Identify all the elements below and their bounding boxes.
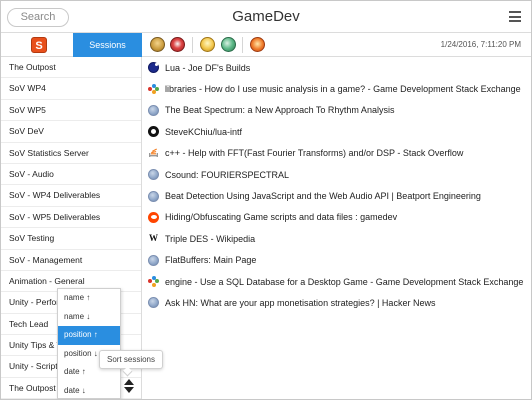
tab-title: Csound: FOURIERSPECTRAL bbox=[165, 169, 290, 180]
sort-option[interactable]: date ↓ bbox=[58, 382, 120, 400]
tab-row[interactable]: Lua - Joe DF's Builds bbox=[142, 57, 531, 78]
star-icon[interactable] bbox=[250, 37, 265, 52]
sort-up-icon bbox=[124, 379, 134, 385]
tab-row[interactable]: Hiding/Obfuscating Game scripts and data… bbox=[142, 207, 531, 228]
tab-title: The Beat Spectrum: a New Approach To Rhy… bbox=[165, 105, 395, 116]
tab-list: Lua - Joe DF's Builds libraries - How do … bbox=[142, 57, 531, 314]
sidebar-header: S Sessions bbox=[1, 33, 142, 57]
session-item[interactable]: SoV Statistics Server bbox=[1, 143, 141, 164]
lua-favicon-icon bbox=[148, 62, 159, 74]
window-icon[interactable] bbox=[170, 37, 185, 52]
session-item[interactable]: The Outpost bbox=[1, 57, 141, 79]
window-title: GameDev bbox=[232, 8, 300, 25]
app-window: Search GameDev S Sessions The Outpost SoV… bbox=[0, 0, 532, 400]
tab-row[interactable]: libraries - How do I use music analysis … bbox=[142, 78, 531, 99]
tab-row[interactable]: The Beat Spectrum: a New Approach To Rhy… bbox=[142, 100, 531, 121]
stackoverflow-favicon-icon bbox=[148, 148, 159, 159]
toolbar: 1/24/2016, 7:11:20 PM bbox=[142, 33, 531, 57]
app-logo-icon[interactable]: S bbox=[31, 37, 47, 53]
tab-title: c++ - Help with FFT(Fast Fourier Transfo… bbox=[165, 148, 464, 159]
globe-favicon-icon bbox=[148, 104, 159, 116]
toolbar-separator bbox=[242, 37, 243, 53]
menu-icon[interactable] bbox=[509, 11, 521, 22]
sort-option[interactable]: position ↑ bbox=[58, 326, 120, 345]
wikipedia-favicon-icon: W bbox=[148, 233, 159, 245]
search-input[interactable]: Search bbox=[7, 8, 69, 27]
github-favicon-icon bbox=[148, 126, 159, 138]
sort-down-icon bbox=[124, 387, 134, 393]
session-item[interactable]: SoV WP5 bbox=[1, 100, 141, 122]
stackexchange-favicon-icon bbox=[148, 276, 159, 287]
tab-title: engine - Use a SQL Database for a Deskto… bbox=[165, 276, 524, 287]
tab-row[interactable]: c++ - Help with FFT(Fast Fourier Transfo… bbox=[142, 143, 531, 164]
globe-favicon-icon bbox=[148, 169, 159, 181]
toolbar-separator bbox=[192, 37, 193, 53]
tab-row[interactable]: Beat Detection Using JavaScript and the … bbox=[142, 185, 531, 206]
tab-title: Lua - Joe DF's Builds bbox=[165, 62, 251, 73]
session-timestamp: 1/24/2016, 7:11:20 PM bbox=[440, 40, 521, 49]
tab-row[interactable]: Ask HN: What are your app monetisation s… bbox=[142, 292, 531, 313]
sort-menu: name ↑ name ↓ position ↑ position ↓ date ↑ da… bbox=[57, 288, 121, 399]
main-panel: 1/24/2016, 7:11:20 PM Lua - Joe DF's Bui… bbox=[142, 33, 531, 399]
session-item[interactable]: SoV - Management bbox=[1, 250, 141, 271]
sort-option[interactable]: name ↑ bbox=[58, 289, 120, 308]
globe-favicon-icon bbox=[148, 297, 159, 309]
sort-sessions-button[interactable] bbox=[122, 377, 136, 397]
tab-row[interactable]: FlatBuffers: Main Page bbox=[142, 250, 531, 271]
title-bar: Search GameDev bbox=[1, 1, 531, 33]
tab-title: SteveKChiu/lua-intf bbox=[165, 126, 243, 137]
tab-title: Beat Detection Using JavaScript and the … bbox=[165, 191, 481, 202]
session-item[interactable]: SoV - WP4 Deliverables bbox=[1, 185, 141, 207]
figure-icon[interactable] bbox=[200, 37, 215, 52]
planet-icon[interactable] bbox=[221, 37, 236, 52]
tab-title: Hiding/Obfuscating Game scripts and data… bbox=[165, 212, 398, 223]
tab-row[interactable]: SteveKChiu/lua-intf bbox=[142, 121, 531, 142]
tab-title: Triple DES - Wikipedia bbox=[165, 233, 256, 244]
tab-row[interactable]: W Triple DES - Wikipedia bbox=[142, 228, 531, 249]
tab-row[interactable]: engine - Use a SQL Database for a Deskto… bbox=[142, 271, 531, 292]
globe-favicon-icon bbox=[148, 254, 159, 266]
session-item[interactable]: SoV DeV bbox=[1, 121, 141, 143]
globe-favicon-icon bbox=[148, 190, 159, 202]
tab-title: Ask HN: What are your app monetisation s… bbox=[165, 297, 436, 308]
session-item[interactable]: SoV Testing bbox=[1, 228, 141, 250]
tab-title: FlatBuffers: Main Page bbox=[165, 255, 257, 266]
stackexchange-favicon-icon bbox=[148, 83, 159, 95]
sort-option[interactable]: name ↓ bbox=[58, 308, 120, 327]
tab-title: libraries - How do I use music analysis … bbox=[165, 84, 521, 95]
session-item[interactable]: SoV WP4 bbox=[1, 78, 141, 100]
reddit-favicon-icon bbox=[148, 211, 159, 223]
tab-sessions[interactable]: Sessions bbox=[73, 33, 142, 57]
tab-row[interactable]: Csound: FOURIERSPECTRAL bbox=[142, 164, 531, 185]
stack-icon[interactable] bbox=[150, 37, 165, 52]
session-item[interactable]: SoV - Audio bbox=[1, 164, 141, 186]
session-item[interactable]: SoV - WP5 Deliverables bbox=[1, 207, 141, 229]
